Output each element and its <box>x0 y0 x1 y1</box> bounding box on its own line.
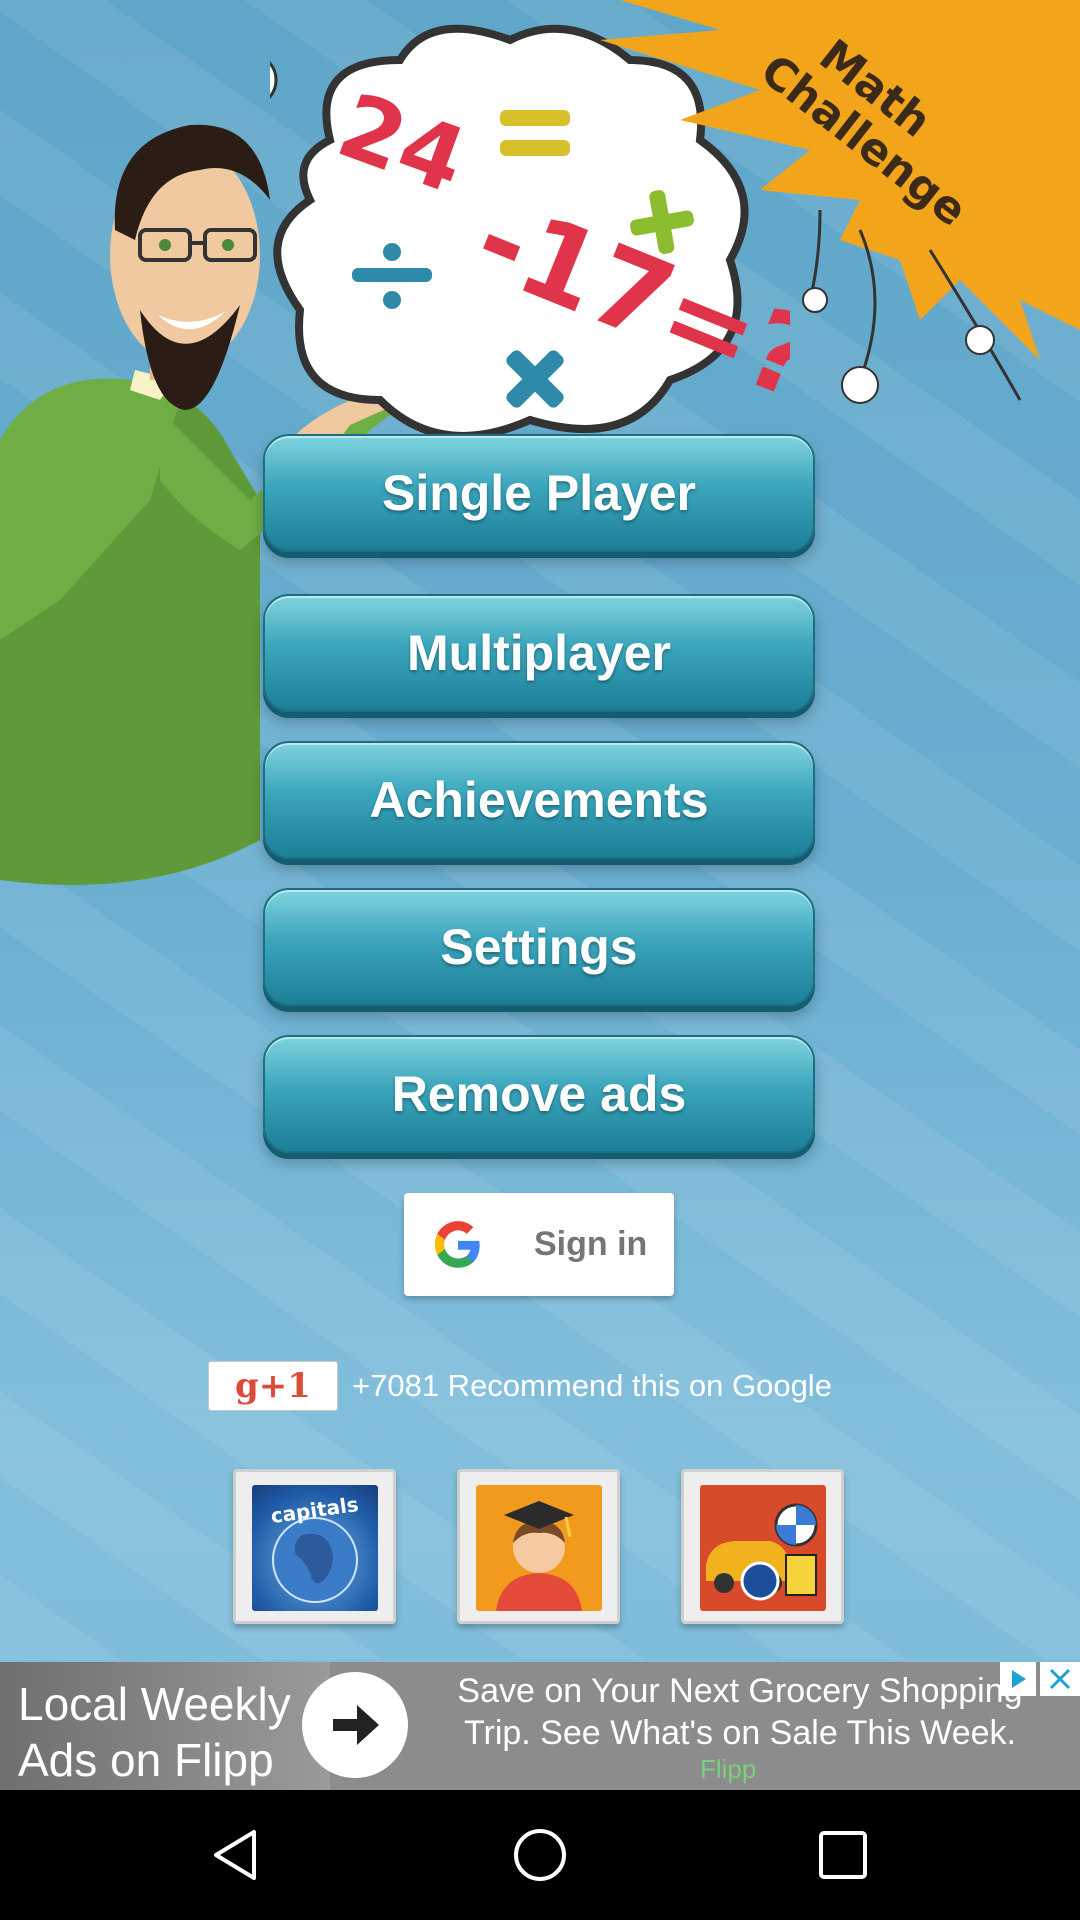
recommend-count: +7081 Recommend this on Google <box>352 1368 832 1403</box>
ad-title: Local Weekly Ads on Flipp <box>18 1678 291 1786</box>
ad-arrow-button[interactable] <box>302 1672 408 1778</box>
promo-tile-capitals[interactable]: capitals <box>233 1469 396 1624</box>
arrow-right-icon <box>333 1705 379 1745</box>
google-icon <box>434 1220 480 1268</box>
google-sign-in-button[interactable]: Sign in <box>404 1193 674 1296</box>
google-plus-one-button[interactable]: g+1 <box>208 1361 338 1411</box>
globe-icon: capitals <box>269 1492 360 1603</box>
system-navigation-bar <box>0 1790 1080 1920</box>
ad-banner[interactable]: Local Weekly Ads on Flipp Save on Your N… <box>0 1662 1080 1790</box>
ad-choices-icon[interactable] <box>1000 1662 1036 1696</box>
home-icon[interactable] <box>505 1820 575 1890</box>
sign-in-label: Sign in <box>534 1225 648 1263</box>
multiplayer-button[interactable]: Multiplayer <box>263 594 815 712</box>
google-plus-row: g+1 +7081 Recommend this on Google <box>208 1360 832 1412</box>
graduate-icon <box>496 1501 582 1611</box>
ad-text: Save on Your Next Grocery Shopping Trip.… <box>457 1672 1023 1752</box>
single-player-button[interactable]: Single Player <box>263 434 815 552</box>
promo-tile-cars[interactable] <box>681 1469 844 1624</box>
recents-icon[interactable] <box>808 1820 878 1890</box>
back-icon[interactable] <box>202 1820 272 1890</box>
car-logos-icon <box>706 1503 818 1601</box>
ad-close-icon[interactable] <box>1040 1662 1080 1696</box>
achievements-button[interactable]: Achievements <box>263 741 815 859</box>
ad-brand: Flipp <box>700 1754 757 1784</box>
remove-ads-button[interactable]: Remove ads <box>263 1035 815 1153</box>
promo-tile-graduate[interactable] <box>457 1469 620 1624</box>
settings-button[interactable]: Settings <box>263 888 815 1006</box>
